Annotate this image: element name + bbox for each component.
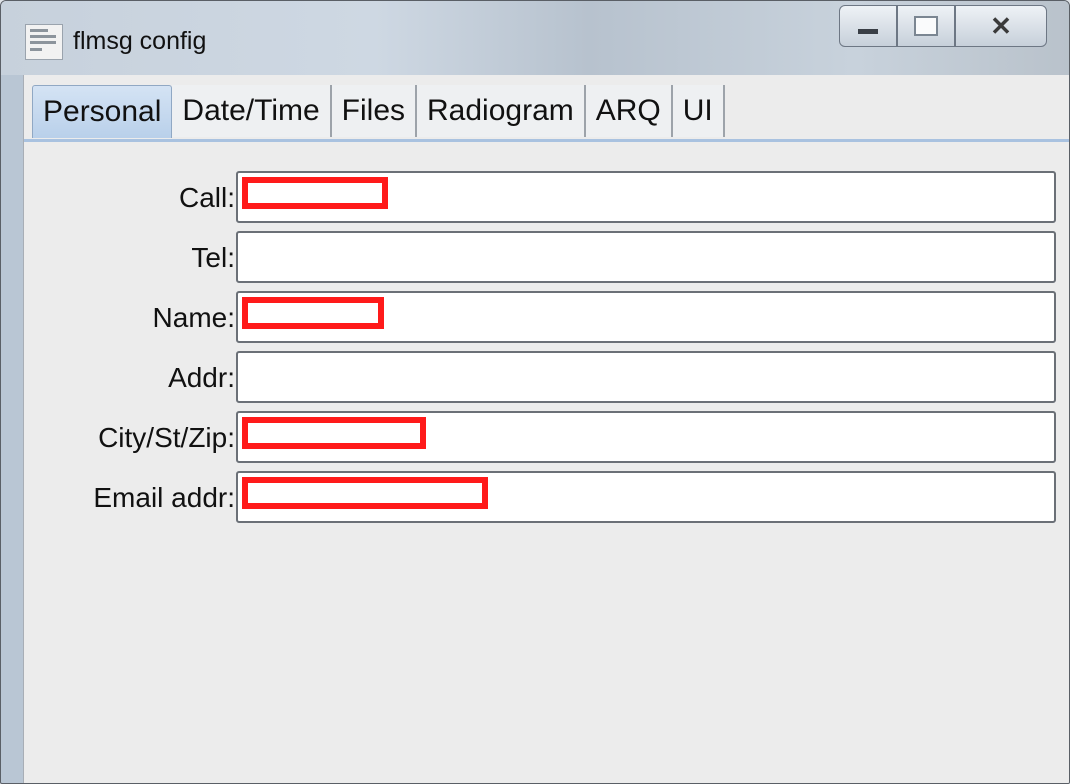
tab-divider [24, 139, 1069, 142]
addr-row: Addr: [24, 351, 1069, 407]
tab-files[interactable]: Files [331, 85, 418, 137]
tel-label: Tel: [191, 242, 235, 273]
tab-ui[interactable]: UI [672, 85, 725, 137]
maximize-icon [914, 16, 938, 36]
tel-field[interactable] [236, 231, 1056, 283]
tel-row: Tel: [24, 231, 1069, 287]
app-icon [25, 24, 63, 60]
call-row: Call: [24, 171, 1069, 227]
config-window: flmsg config ✕ Personal Date/Time Files … [0, 0, 1070, 784]
email-redaction [242, 477, 488, 509]
tab-radiogram[interactable]: Radiogram [417, 85, 586, 137]
client-area: Personal Date/Time Files Radiogram ARQ U… [23, 75, 1069, 783]
name-redaction [242, 297, 384, 329]
close-button[interactable]: ✕ [955, 5, 1047, 47]
addr-label: Addr: [168, 362, 235, 393]
title-bar[interactable]: flmsg config ✕ [1, 1, 1069, 75]
addr-field[interactable] [236, 351, 1056, 403]
minimize-icon [858, 28, 878, 34]
call-redaction [242, 177, 388, 209]
tab-personal[interactable]: Personal [32, 85, 173, 138]
city-redaction [242, 417, 426, 449]
name-label: Name: [152, 302, 235, 333]
email-label: Email addr: [93, 482, 235, 513]
tab-date-time[interactable]: Date/Time [172, 85, 332, 137]
name-row: Name: [24, 291, 1069, 347]
city-st-zip-label: City/St/Zip: [98, 422, 235, 453]
email-row: Email addr: [24, 471, 1069, 527]
call-label: Call: [178, 182, 235, 213]
city-st-zip-row: City/St/Zip: [24, 411, 1069, 467]
window-title: flmsg config [73, 27, 207, 55]
maximize-button[interactable] [897, 5, 955, 47]
tab-bar: Personal Date/Time Files Radiogram ARQ U… [32, 85, 725, 139]
close-icon: ✕ [990, 10, 1012, 41]
minimize-button[interactable] [839, 5, 897, 47]
tab-arq[interactable]: ARQ [585, 85, 673, 137]
